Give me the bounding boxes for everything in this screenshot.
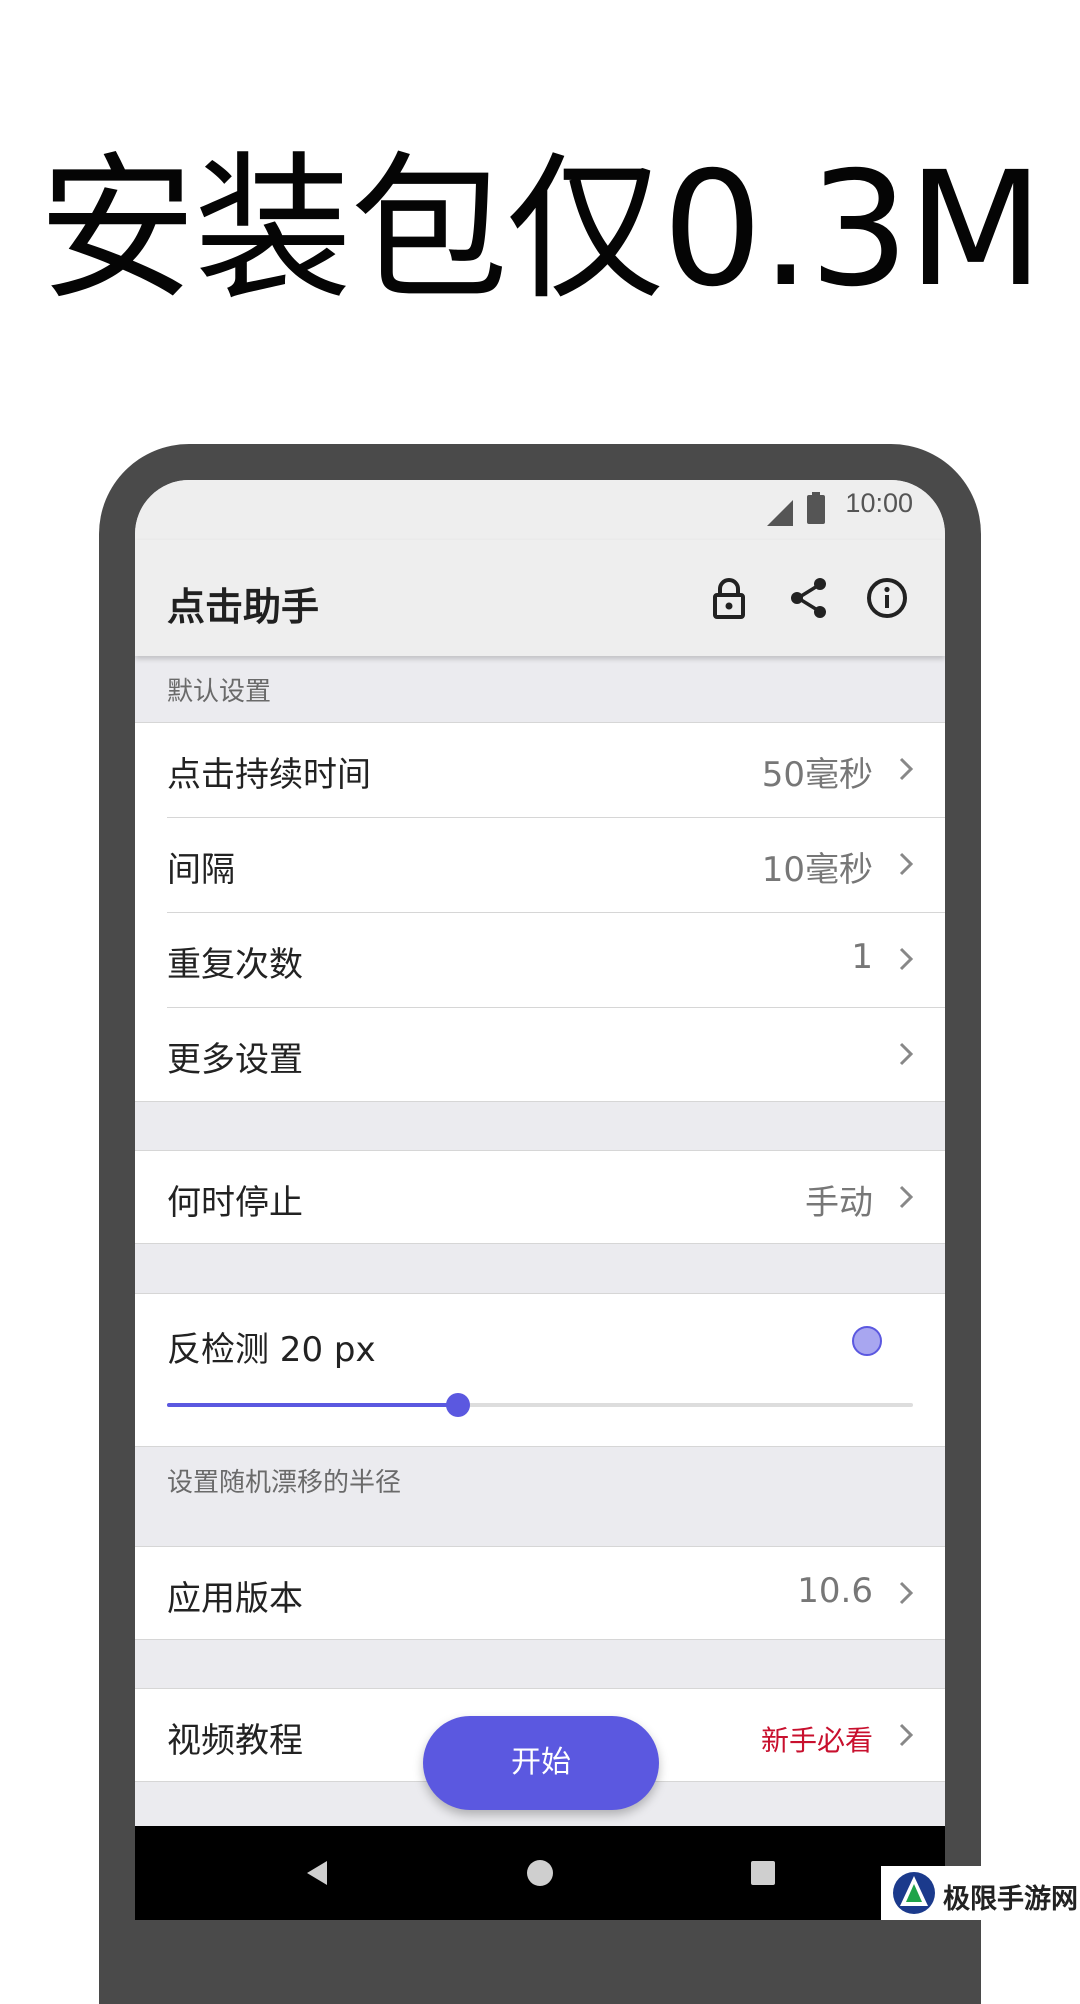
app-title: 点击助手 — [167, 585, 320, 629]
chevron-right-icon — [899, 947, 914, 971]
row-label: 点击持续时间 — [167, 755, 371, 795]
recents-icon[interactable] — [749, 1858, 777, 1888]
anti-detect-card: 反检测 20 px — [135, 1293, 945, 1447]
section-default-settings: 默认设置 — [167, 677, 272, 707]
slider-thumb[interactable] — [445, 1393, 470, 1417]
row-value: 10毫秒 — [761, 850, 873, 890]
row-value: 1 — [851, 937, 873, 977]
row-label: 更多设置 — [167, 1040, 303, 1080]
promo-headline: 安装包仅0.3M — [38, 138, 1044, 322]
signal-icon — [767, 500, 793, 526]
row-label: 重复次数 — [167, 945, 303, 985]
row-when-to-stop[interactable]: 何时停止 手动 — [135, 1150, 945, 1244]
chevron-right-icon — [899, 1042, 914, 1066]
status-time: 10:00 — [845, 488, 913, 518]
anti-detect-slider[interactable] — [167, 1393, 913, 1417]
row-value: 10.6 — [797, 1571, 873, 1611]
anti-detect-label: 反检测 20 px — [167, 1330, 376, 1370]
row-app-version[interactable]: 应用版本 10.6 — [135, 1546, 945, 1640]
system-nav-bar — [135, 1826, 945, 1920]
row-repeat-count[interactable]: 重复次数 1 — [135, 913, 945, 1007]
lock-icon[interactable] — [705, 574, 753, 622]
slider-fill — [167, 1403, 458, 1407]
default-settings-group: 点击持续时间 50毫秒 间隔 10毫秒 重复次数 1 更多设置 — [135, 722, 945, 1102]
row-label: 间隔 — [167, 850, 235, 890]
share-icon[interactable] — [785, 574, 833, 622]
watermark-logo-icon — [893, 1872, 935, 1914]
chevron-right-icon — [899, 852, 914, 876]
row-value: 新手必看 — [760, 1724, 873, 1757]
slider-hint: 设置随机漂移的半径 — [167, 1468, 402, 1498]
row-click-duration[interactable]: 点击持续时间 50毫秒 — [135, 723, 945, 817]
back-icon[interactable] — [303, 1858, 333, 1888]
chevron-right-icon — [899, 1581, 914, 1605]
row-value: 50毫秒 — [761, 755, 873, 795]
info-icon[interactable] — [863, 574, 911, 622]
start-button[interactable]: 开始 — [423, 1716, 659, 1810]
row-value: 手动 — [805, 1183, 873, 1223]
row-label: 应用版本 — [167, 1579, 303, 1619]
row-interval[interactable]: 间隔 10毫秒 — [135, 818, 945, 912]
status-bar: 10:00 — [135, 480, 945, 540]
row-label: 视频教程 — [167, 1721, 303, 1761]
drift-preview-dot — [852, 1326, 882, 1356]
chevron-right-icon — [899, 1185, 914, 1209]
watermark-text: 极限手游网 — [943, 1884, 1078, 1915]
app-bar: 点击助手 — [135, 540, 945, 656]
watermark: 极限手游网 — [881, 1866, 1080, 1920]
battery-icon — [807, 492, 825, 524]
phone-screen: 10:00 点击助手 默认设置 点击持续时间 50毫秒 间隔 10毫秒 重复次数… — [135, 480, 945, 1920]
row-more-settings[interactable]: 更多设置 — [135, 1008, 945, 1102]
chevron-right-icon — [899, 757, 914, 781]
row-label: 何时停止 — [167, 1183, 303, 1223]
chevron-right-icon — [899, 1723, 914, 1747]
home-icon[interactable] — [526, 1858, 554, 1888]
